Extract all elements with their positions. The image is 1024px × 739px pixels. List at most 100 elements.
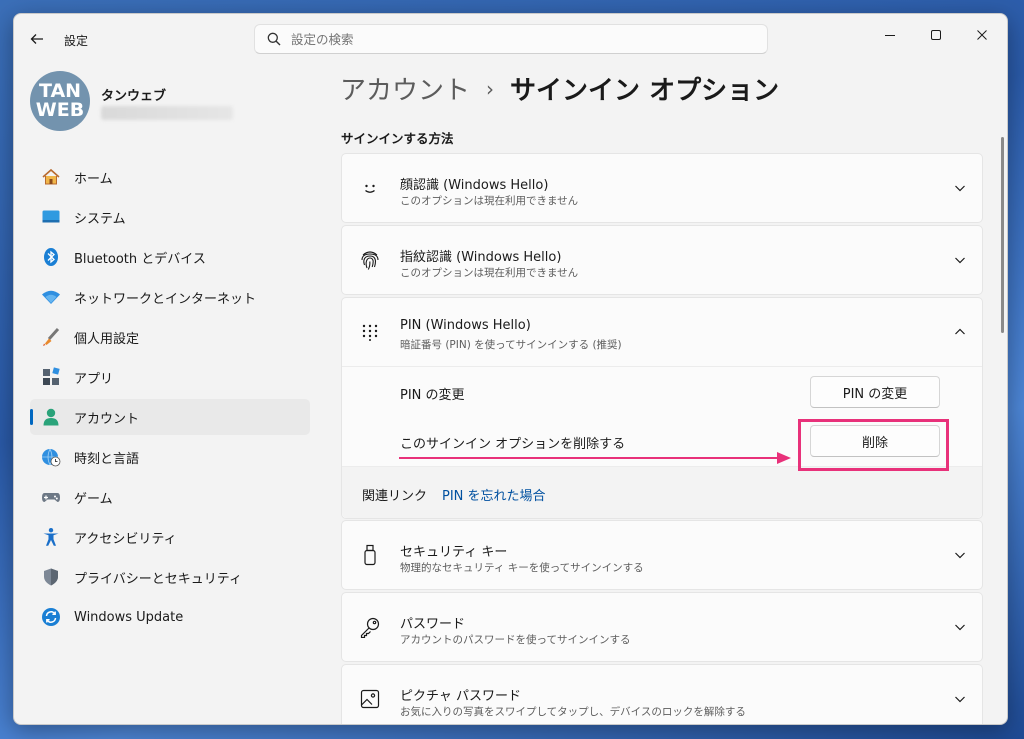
related-links-label: 関連リンク xyxy=(362,489,428,504)
sidebar-item-apps[interactable]: アプリ xyxy=(30,359,310,395)
card-subtitle: このオプションは現在利用できません xyxy=(400,195,579,207)
scrollbar[interactable] xyxy=(1001,137,1004,333)
breadcrumb-separator: › xyxy=(486,76,495,101)
maximize-icon xyxy=(931,30,941,40)
pin-remove-label: このサインイン オプションを削除する xyxy=(400,437,626,452)
chevron-down-icon[interactable] xyxy=(952,691,968,707)
back-button[interactable] xyxy=(26,28,48,50)
sidebar-item-accounts[interactable]: アカウント xyxy=(30,399,310,435)
avatar-text-bottom: WEB xyxy=(35,99,85,121)
page-title: サインイン オプション xyxy=(510,76,780,106)
back-arrow-icon xyxy=(30,34,43,44)
card-title: 指紋認識 (Windows Hello) xyxy=(400,250,562,265)
card-subtitle: お気に入りの写真をスワイプしてタップし、デバイスのロックを解除する xyxy=(400,706,746,718)
sidebar-item-label: ホーム xyxy=(74,171,113,187)
sidebar-item-label: プライバシーとセキュリティ xyxy=(74,571,242,587)
home-icon xyxy=(40,166,62,188)
accessibility-icon xyxy=(40,526,62,548)
related-links: 関連リンク PIN を忘れた場合 xyxy=(342,466,982,518)
gamepad-icon xyxy=(40,486,62,508)
sidebar-item-home[interactable]: ホーム xyxy=(30,159,310,195)
section-title: サインインする方法 xyxy=(341,131,454,146)
security-key-card[interactable]: セキュリティ キー 物理的なセキュリティ キーを使ってサインインする xyxy=(341,520,983,590)
chevron-down-icon[interactable] xyxy=(952,619,968,635)
key-icon xyxy=(358,615,382,639)
password-card[interactable]: パスワード アカウントのパスワードを使ってサインインする xyxy=(341,592,983,662)
keypad-icon xyxy=(358,320,382,344)
window-title: 設定 xyxy=(64,34,89,48)
card-title: ピクチャ パスワード xyxy=(400,689,522,704)
sidebar-item-network[interactable]: ネットワークとインターネット xyxy=(30,279,310,315)
card-title: PIN (Windows Hello) xyxy=(400,318,531,333)
sidebar-item-label: ゲーム xyxy=(74,491,113,507)
pin-card: PIN (Windows Hello) 暗証番号 (PIN) を使ってサインイン… xyxy=(341,297,983,519)
sidebar-item-label: Windows Update xyxy=(74,609,184,625)
chevron-down-icon[interactable] xyxy=(952,180,968,196)
sidebar-item-privacy-security[interactable]: プライバシーとセキュリティ xyxy=(30,559,310,595)
minimize-icon xyxy=(885,35,895,36)
search-box[interactable] xyxy=(254,24,768,54)
sidebar-item-label: アプリ xyxy=(74,371,114,387)
sidebar-item-label: アクセシビリティ xyxy=(74,531,177,547)
usb-key-icon xyxy=(358,543,382,567)
search-icon xyxy=(267,32,281,46)
avatar[interactable]: TAN WEB xyxy=(30,71,90,131)
fingerprint-icon xyxy=(358,248,382,272)
sidebar-item-time-language[interactable]: 時刻と言語 xyxy=(30,439,310,475)
chevron-down-icon[interactable] xyxy=(952,252,968,268)
annotation-arrow-icon xyxy=(399,452,791,464)
chevron-down-icon[interactable] xyxy=(952,547,968,563)
card-title: 顔認識 (Windows Hello) xyxy=(400,178,549,193)
pin-change-button[interactable]: PIN の変更 xyxy=(810,376,940,408)
highlight-box xyxy=(798,419,949,471)
search-input[interactable] xyxy=(291,31,691,47)
card-subtitle: 物理的なセキュリティ キーを使ってサインインする xyxy=(400,562,644,574)
settings-window: 設定 TAN WEB タンウェブ ホーム xyxy=(13,13,1008,725)
sidebar-item-label: ネットワークとインターネット xyxy=(74,291,257,307)
sidebar-item-gaming[interactable]: ゲーム xyxy=(30,479,310,515)
sidebar-item-windows-update[interactable]: Windows Update xyxy=(30,599,310,635)
update-icon xyxy=(40,606,62,628)
apps-icon xyxy=(40,366,62,388)
pin-change-label: PIN の変更 xyxy=(400,388,465,403)
minimize-button[interactable] xyxy=(867,20,913,50)
sidebar-item-system[interactable]: システム xyxy=(30,199,310,235)
brush-icon xyxy=(40,326,62,348)
picture-icon xyxy=(358,687,382,711)
system-icon xyxy=(40,206,62,228)
card-subtitle: 暗証番号 (PIN) を使ってサインインする (推奨) xyxy=(400,339,622,351)
card-title: パスワード xyxy=(400,617,466,632)
bluetooth-icon xyxy=(40,246,62,268)
user-email-blurred xyxy=(101,106,233,120)
card-title: セキュリティ キー xyxy=(400,545,508,560)
shield-icon xyxy=(40,566,62,588)
close-button[interactable] xyxy=(959,20,1005,50)
smiley-face-icon xyxy=(358,176,382,200)
title-bar: 設定 xyxy=(14,14,1007,64)
sidebar-item-accessibility[interactable]: アクセシビリティ xyxy=(30,519,310,555)
card-subtitle: このオプションは現在利用できません xyxy=(400,267,579,279)
card-subtitle: アカウントのパスワードを使ってサインインする xyxy=(400,634,631,646)
chevron-up-icon[interactable] xyxy=(952,324,968,340)
sidebar-nav: ホーム システム Bluetooth とデバイス ネットワークとインターネット … xyxy=(30,159,310,639)
pin-card-header[interactable]: PIN (Windows Hello) 暗証番号 (PIN) を使ってサインイン… xyxy=(342,298,982,366)
sidebar-item-bluetooth[interactable]: Bluetooth とデバイス xyxy=(30,239,310,275)
sidebar-item-label: 個人用設定 xyxy=(74,331,140,347)
sidebar-item-label: アカウント xyxy=(74,411,140,427)
sidebar-item-personalization[interactable]: 個人用設定 xyxy=(30,319,310,355)
breadcrumb-parent[interactable]: アカウント xyxy=(340,70,470,107)
picture-password-card[interactable]: ピクチャ パスワード お気に入りの写真をスワイプしてタップし、デバイスのロックを… xyxy=(341,664,983,724)
sidebar-item-label: システム xyxy=(74,211,126,227)
face-recognition-card[interactable]: 顔認識 (Windows Hello) このオプションは現在利用できません xyxy=(341,153,983,223)
sidebar-item-label: 時刻と言語 xyxy=(74,451,140,467)
account-icon xyxy=(40,406,62,428)
close-icon xyxy=(977,30,987,40)
user-name: タンウェブ xyxy=(101,89,167,104)
network-icon xyxy=(40,286,62,308)
sidebar-item-label: Bluetooth とデバイス xyxy=(74,251,206,267)
maximize-button[interactable] xyxy=(913,20,959,50)
fingerprint-card[interactable]: 指紋認識 (Windows Hello) このオプションは現在利用できません xyxy=(341,225,983,295)
forgot-pin-link[interactable]: PIN を忘れた場合 xyxy=(442,485,546,504)
globe-clock-icon xyxy=(40,446,62,468)
pin-change-row: PIN の変更 PIN の変更 xyxy=(342,366,982,416)
